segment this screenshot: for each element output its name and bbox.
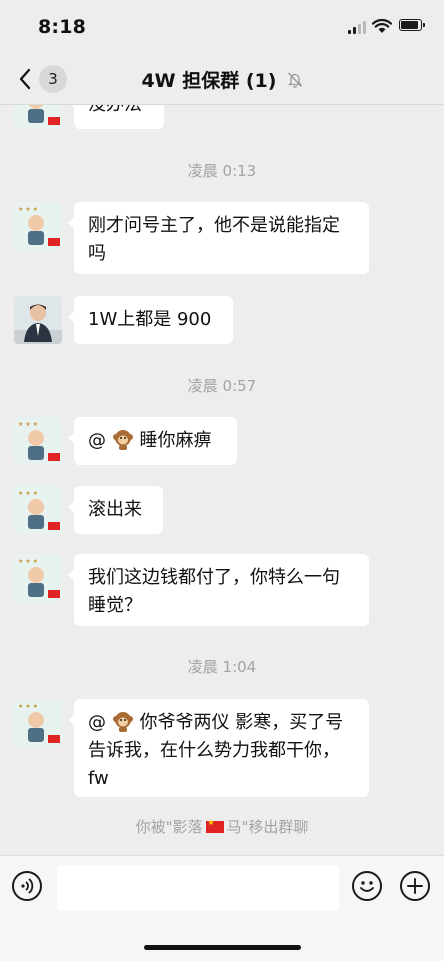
plus-icon — [407, 878, 423, 894]
bell-slash-icon — [287, 72, 302, 88]
svg-text:★ ★ ★: ★ ★ ★ — [18, 206, 38, 213]
flag-icon — [205, 818, 224, 833]
avatar[interactable]: ★ ★ ★ — [14, 699, 62, 747]
status-time: 8:18 — [38, 16, 87, 38]
message-text: 滚出来 — [88, 499, 142, 520]
avatar[interactable]: ★ ★ ★ — [14, 554, 62, 602]
status-bar: 8:18 — [0, 0, 444, 54]
svg-text:★ ★ ★: ★ ★ ★ — [18, 558, 38, 565]
avatar[interactable] — [14, 296, 62, 344]
avatar[interactable] — [14, 105, 62, 129]
nav-bar: 3 4W 担保群 (1) — [0, 54, 444, 105]
input-bar — [0, 855, 444, 961]
timestamp: 凌晨 0:57 — [187, 377, 257, 395]
message-bubble[interactable]: @ 睡你麻痹 — [68, 417, 237, 465]
wifi-icon — [372, 18, 392, 33]
chat-title: 4W 担保群 (1) — [141, 70, 277, 92]
emoji-button[interactable] — [352, 871, 382, 901]
message-bubble[interactable]: 没办法 — [68, 105, 164, 129]
monkey-emoji-icon — [112, 430, 133, 450]
voice-button[interactable] — [12, 871, 42, 901]
avatar[interactable]: ★ ★ ★ — [14, 417, 62, 465]
system-notice: 你被"影落 马"移出群聊 — [0, 816, 444, 837]
emoji-icon — [360, 881, 374, 892]
message-text: 我们这边钱都付了，你特么一句睡觉？ — [88, 567, 340, 616]
svg-text:★ ★ ★: ★ ★ ★ — [18, 490, 38, 497]
message-bubble[interactable]: 1W上都是 900 — [68, 296, 233, 344]
chat-title-area[interactable]: 4W 担保群 (1) — [0, 66, 444, 93]
svg-text:★ ★ ★: ★ ★ ★ — [18, 421, 38, 428]
message-bubble[interactable]: @ 你爷爷两仪 影寒，买了号告诉我，在什么势力我都干你，fw — [68, 699, 369, 797]
message-text: 1W上都是 900 — [88, 309, 212, 330]
mention-at: @ — [88, 712, 106, 733]
signal-icon — [348, 20, 368, 34]
message-bubble[interactable]: 我们这边钱都付了，你特么一句睡觉？ — [68, 554, 369, 626]
system-notice-text-after: 马"移出群聊 — [226, 818, 309, 836]
timestamp: 凌晨 0:13 — [187, 162, 257, 180]
battery-icon — [399, 19, 425, 31]
avatar[interactable]: ★ ★ ★ — [14, 202, 62, 250]
svg-text:★ ★ ★: ★ ★ ★ — [18, 703, 38, 710]
message-bubble[interactable]: 滚出来 — [68, 486, 163, 534]
home-indicator — [144, 945, 301, 950]
message-text: 没办法 — [88, 105, 142, 115]
message-text: 睡你麻痹 — [139, 430, 212, 451]
monkey-emoji-icon — [112, 712, 133, 732]
message-bubble[interactable]: 刚才问号主了，他不是说能指定吗 — [68, 202, 369, 274]
timestamp: 凌晨 1:04 — [187, 658, 257, 676]
voice-icon — [21, 878, 34, 894]
system-notice-text-before: 你被"影落 — [135, 818, 203, 836]
avatar[interactable]: ★ ★ ★ — [14, 486, 62, 534]
message-text: 刚才问号主了，他不是说能指定吗 — [88, 215, 340, 264]
message-list[interactable]: 没办法 凌晨 0:13 ★ ★ ★ 刚才问号主了，他不是说能指定吗 1W上都是 … — [0, 105, 444, 855]
more-button[interactable] — [400, 871, 430, 901]
message-input[interactable] — [57, 865, 339, 911]
mention-at: @ — [88, 430, 106, 451]
